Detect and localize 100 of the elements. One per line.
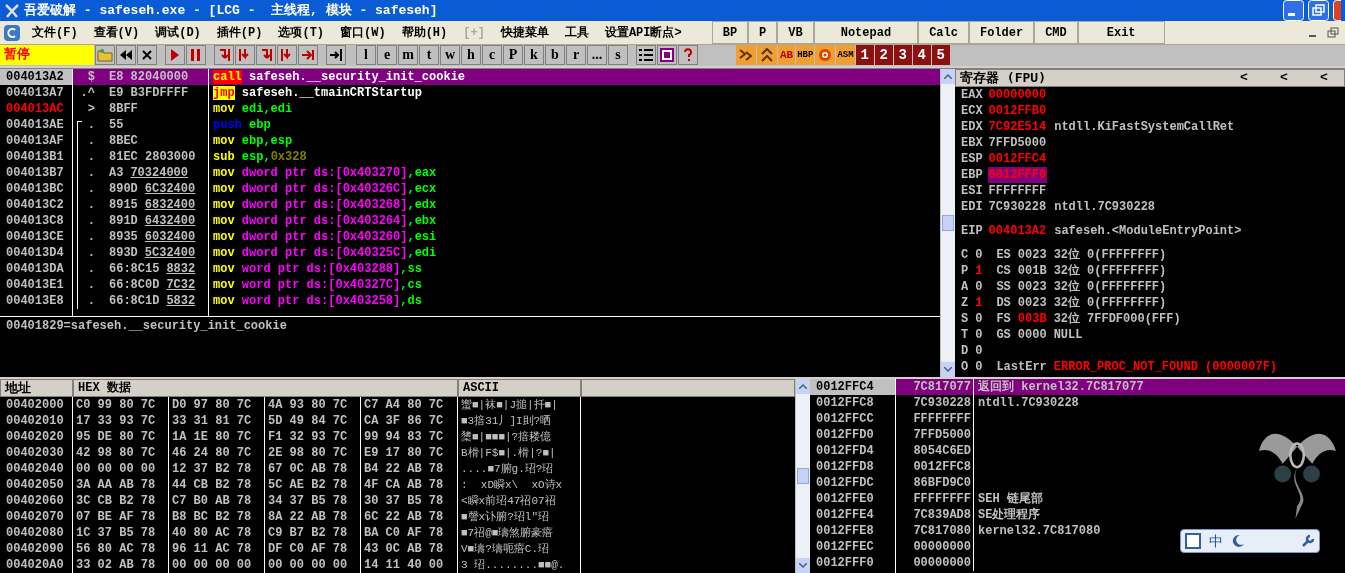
number-button[interactable]: 5 [931,45,950,66]
flag-value[interactable]: 0 [975,279,983,295]
instruction-line: mov word ptr ds:[0x40327C],cs [212,277,423,293]
window-button[interactable]: l [356,45,376,66]
flag-value[interactable]: 0 [975,327,983,343]
number-button[interactable]: 3 [893,45,912,66]
restore-icon[interactable] [1308,0,1329,22]
menu-item[interactable]: 选项(T) [270,23,333,42]
column-header[interactable]: 地址 [0,379,73,397]
scroll-up-icon[interactable] [799,384,807,389]
register-name: EBX [961,135,983,151]
flag-value[interactable]: 0 [975,359,983,375]
window-button[interactable]: r [566,45,586,66]
scroll-up-icon[interactable] [944,74,952,79]
register-value[interactable]: FFFFFFFF [987,183,1048,199]
menu-item[interactable]: 查看(V) [85,23,148,42]
window-button[interactable]: s [608,45,628,66]
segment-base: 0(FFFFFFFF) [1087,279,1167,295]
number-button[interactable]: 4 [912,45,931,66]
quick-button[interactable]: BP [711,21,749,44]
menu-item[interactable]: 工具 [556,23,597,42]
minimize-icon[interactable] [1283,0,1304,22]
moon-icon[interactable] [1231,534,1245,548]
scroll-down-icon[interactable] [799,563,807,568]
flag-value[interactable]: 0 [975,311,983,327]
help-icon[interactable] [678,45,698,66]
nav-button[interactable]: < [1224,68,1264,88]
window-button[interactable]: e [377,45,397,66]
wrench-icon[interactable] [1301,534,1315,548]
register-value[interactable]: 0012FFC4 [987,151,1048,167]
menu-item[interactable]: 插件(P) [208,23,271,42]
window-button[interactable]: m [398,45,418,66]
plugin-button[interactable]: ASM [836,45,855,66]
window-button[interactable]: ... [587,45,607,66]
quick-button[interactable]: CMD [1034,21,1078,44]
register-value[interactable]: 7C92E514 [987,119,1048,135]
quick-button[interactable]: Notepad [813,21,919,44]
column-header[interactable]: ASCII [458,379,581,397]
flag-value[interactable]: 0 [975,343,983,359]
marker: . [87,117,96,133]
flag-value[interactable]: 0 [975,247,983,263]
hex-cell-text: E9 17 80 7C [363,445,445,461]
number-button[interactable]: 2 [874,45,893,66]
window-button[interactable]: t [419,45,439,66]
window-button[interactable]: b [545,45,565,66]
nav-button[interactable]: < [1304,68,1344,88]
menu-item[interactable]: 调试(D) [147,23,209,42]
scrollbar[interactable] [795,379,810,573]
quick-button[interactable]: Folder [968,21,1035,44]
segment-name: FS [996,311,1011,327]
number-button[interactable]: 1 [855,45,874,66]
menu-item[interactable]: 帮助(H) [393,23,456,42]
quick-button[interactable]: P [748,21,778,44]
marker: .^ [80,85,96,101]
plugin-button[interactable]: HBP [796,45,815,66]
column-header[interactable]: HEX 数据 [73,379,458,397]
nav-button[interactable]: < [1264,68,1304,88]
restore-icon[interactable] [1325,24,1341,41]
menu-item[interactable]: 文件(F) [24,23,86,42]
address-cell-text: 004013B7 [5,165,65,181]
menu-item[interactable]: 窗口(W) [332,23,394,42]
ime-toolbar[interactable]: 中 [1180,529,1320,553]
list-icon[interactable] [636,45,656,66]
instruction-line: mov dword ptr ds:[0x403268],edx [212,197,438,213]
quick-button[interactable]: Exit [1077,21,1165,44]
play-icon[interactable] [165,45,185,66]
flag-value[interactable]: 1 [975,263,983,279]
close-icon[interactable] [137,45,157,66]
ascii-cell-text: 橥■|■■■|?揞耧億 [460,430,553,445]
stack-comment: SEH 链尾部 [977,491,1043,507]
window-button[interactable]: h [461,45,481,66]
instruction-line: push ebp [212,117,272,133]
menu-item[interactable]: 设置API断点> [596,23,690,42]
scrollbar[interactable] [940,69,955,377]
address-cell-text: 004013C2 [5,197,65,213]
scroll-thumb[interactable] [797,468,809,484]
rewind-icon[interactable] [116,45,136,66]
scroll-down-icon[interactable] [944,367,952,372]
register-value[interactable]: 7FFD5000 [987,135,1048,151]
window-button[interactable]: k [524,45,544,66]
stack-comment: 返回到 kernel32.7C817077 [977,379,1144,395]
window-button[interactable]: w [440,45,460,66]
pause-icon[interactable] [186,45,206,66]
pin-icon[interactable] [1185,533,1201,549]
register-value[interactable]: 7C930228 [987,199,1048,215]
quick-button[interactable]: Calc [918,21,969,44]
register-value[interactable]: 0012FFB0 [987,103,1048,119]
input-mode[interactable]: 中 [1209,530,1223,552]
flag-value[interactable]: 1 [975,295,983,311]
window-button[interactable]: c [482,45,502,66]
quick-button[interactable]: VB [777,21,814,44]
menu-item[interactable]: 快捷菜单 [492,23,557,42]
register-value[interactable]: 00000000 [987,87,1048,103]
segment-base: 0(FFFFFFFF) [1087,247,1167,263]
window-button[interactable]: P [503,45,523,66]
scroll-thumb[interactable] [942,215,954,231]
grid-icon[interactable] [657,45,677,66]
opcode-cell: 55 [109,117,124,133]
target-icon[interactable] [815,45,836,66]
register-value[interactable]: 004013A2 [987,223,1048,239]
